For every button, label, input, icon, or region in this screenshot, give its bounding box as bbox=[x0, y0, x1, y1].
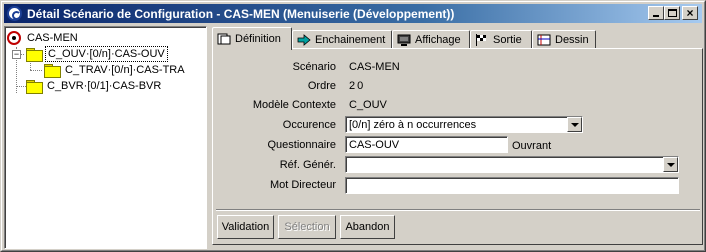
folder-icon bbox=[26, 48, 43, 62]
monitor-icon bbox=[397, 34, 411, 46]
tree-root-label: CAS-MEN bbox=[27, 32, 78, 44]
maximize-icon bbox=[667, 9, 677, 17]
collapse-toggle[interactable]: − bbox=[12, 50, 21, 59]
app-icon bbox=[7, 6, 22, 21]
tab-sortie[interactable]: Sortie bbox=[470, 30, 532, 49]
folder-icon bbox=[44, 64, 61, 78]
tab-definition[interactable]: Définition bbox=[212, 27, 292, 50]
tree-root[interactable]: CAS-MEN bbox=[7, 30, 80, 46]
selection-button[interactable]: Sélection bbox=[278, 215, 336, 239]
ref-gener-label: Réf. Génér. bbox=[279, 159, 336, 171]
title-bar[interactable]: Détail Scénario de Configuration - CAS-M… bbox=[4, 4, 702, 23]
questionnaire-value: CAS-OUV bbox=[346, 137, 507, 152]
modele-contexte-value: C_OUV bbox=[349, 99, 387, 111]
arrow-right-icon bbox=[297, 34, 311, 46]
occurence-dropdown-button[interactable] bbox=[567, 117, 582, 132]
scenario-label: Scénario bbox=[292, 61, 336, 73]
tree-node-c-bvr[interactable]: C_BVR·[0/1]·CAS-BVR bbox=[26, 78, 163, 94]
minimize-icon bbox=[653, 15, 659, 17]
window-title: Détail Scénario de Configuration - CAS-M… bbox=[27, 7, 455, 21]
occurence-label: Occurence bbox=[282, 119, 336, 131]
tree-node-c-ouv[interactable]: C_OUV·[0/n]·CAS-OUV bbox=[26, 46, 168, 62]
divider bbox=[216, 210, 700, 211]
minimize-button[interactable] bbox=[648, 6, 664, 20]
mot-directeur-value bbox=[346, 178, 678, 193]
tab-label: Dessin bbox=[555, 34, 589, 46]
questionnaire-description: Ouvrant bbox=[512, 140, 552, 152]
occurence-value: [0/n] zéro à n occurrences bbox=[346, 117, 582, 132]
chevron-down-icon bbox=[666, 162, 675, 167]
ref-gener-select[interactable] bbox=[345, 156, 679, 173]
questionnaire-input[interactable]: CAS-OUV bbox=[345, 136, 508, 153]
scenario-root-icon bbox=[7, 31, 21, 45]
occurence-select[interactable]: [0/n] zéro à n occurrences bbox=[345, 116, 583, 133]
tree-node-label: C_BVR·[0/1]·CAS-BVR bbox=[47, 80, 162, 92]
tab-label: Enchainement bbox=[315, 34, 386, 46]
ordre-value: 20 bbox=[349, 80, 366, 92]
modele-contexte-label: Modèle Contexte bbox=[252, 99, 336, 111]
scenario-value: CAS-MEN bbox=[349, 61, 400, 73]
tree-node-c-trav[interactable]: C_TRAV·[0/n]·CAS-TRA bbox=[44, 62, 187, 78]
tab-label: Définition bbox=[235, 33, 281, 45]
mot-directeur-label: Mot Directeur bbox=[269, 179, 336, 191]
ref-gener-dropdown-button[interactable] bbox=[663, 157, 678, 172]
scenario-tree[interactable]: CAS-MEN − C_OUV·[0/n]·CAS-OUV C_TRAV·[0/… bbox=[4, 26, 207, 249]
questionnaire-label: Questionnaire bbox=[267, 139, 337, 151]
ordre-label: Ordre bbox=[307, 80, 336, 92]
drawing-icon bbox=[537, 34, 551, 46]
definition-panel: Scénario CAS-MEN Ordre 20 Modèle Context… bbox=[212, 48, 703, 245]
tab-label: Sortie bbox=[493, 34, 522, 46]
tab-affichage[interactable]: Affichage bbox=[392, 30, 470, 49]
chevron-down-icon bbox=[570, 122, 579, 127]
close-icon: × bbox=[686, 6, 694, 20]
folder-icon bbox=[26, 80, 43, 94]
main-window: Détail Scénario de Configuration - CAS-M… bbox=[0, 0, 706, 252]
mot-directeur-input[interactable] bbox=[345, 177, 679, 194]
tab-dessin[interactable]: Dessin bbox=[532, 30, 596, 49]
tree-node-label: C_OUV·[0/n]·CAS-OUV bbox=[45, 46, 168, 62]
maximize-button[interactable] bbox=[664, 6, 680, 20]
ref-gener-value bbox=[346, 157, 678, 172]
abandon-button[interactable]: Abandon bbox=[340, 215, 395, 239]
tab-enchainement[interactable]: Enchainement bbox=[292, 30, 392, 49]
definition-icon bbox=[217, 33, 231, 45]
tree-node-label: C_TRAV·[0/n]·CAS-TRA bbox=[65, 64, 185, 76]
checkered-flag-icon bbox=[475, 34, 489, 46]
close-button[interactable]: × bbox=[682, 6, 698, 20]
tab-label: Affichage bbox=[415, 34, 461, 46]
validation-button[interactable]: Validation bbox=[217, 215, 274, 239]
